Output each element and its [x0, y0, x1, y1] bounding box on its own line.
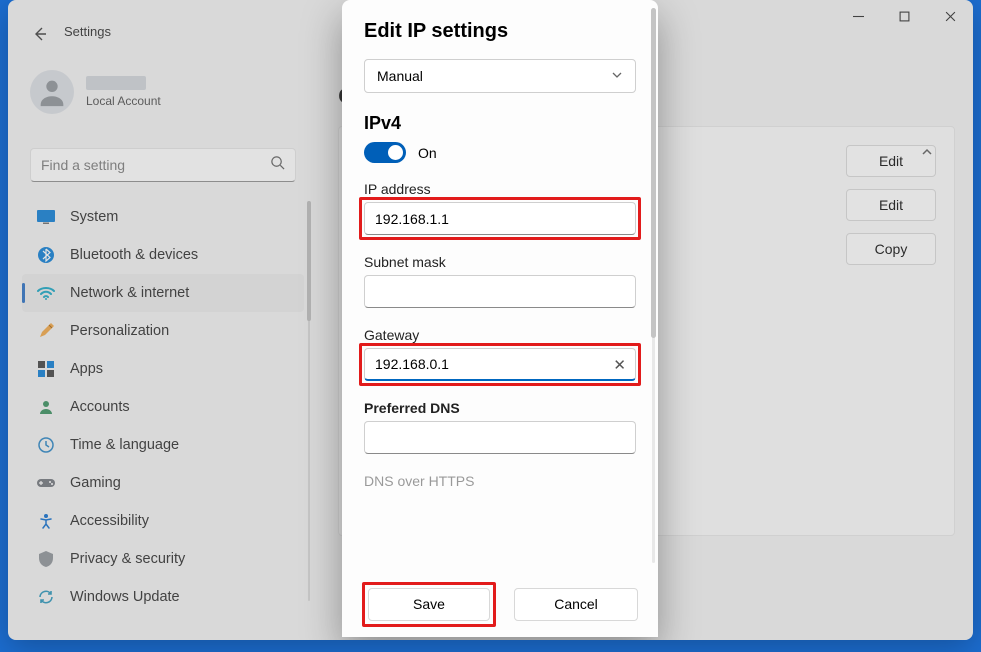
dns-over-https-label-clipped: DNS over HTTPS [364, 473, 636, 489]
subnet-mask-label: Subnet mask [364, 254, 636, 270]
highlight-box [359, 197, 641, 240]
highlight-box: Save [362, 582, 496, 627]
select-value: Manual [377, 68, 423, 84]
ip-mode-select[interactable]: Manual [364, 59, 636, 93]
ipv4-toggle[interactable] [364, 142, 406, 163]
cancel-button[interactable]: Cancel [514, 588, 638, 621]
preferred-dns-label: Preferred DNS [364, 400, 636, 416]
highlight-box: ✕ [359, 343, 641, 386]
gateway-input[interactable] [364, 348, 636, 381]
ip-address-label: IP address [364, 181, 636, 197]
subnet-mask-input[interactable] [364, 275, 636, 308]
clear-input-icon[interactable]: ✕ [613, 356, 626, 374]
ipv4-heading: IPv4 [364, 113, 636, 134]
chevron-down-icon [611, 68, 623, 84]
ip-address-input[interactable] [364, 202, 636, 235]
preferred-dns-input[interactable] [364, 421, 636, 454]
settings-window: Settings Local Account System Bluetooth … [8, 0, 973, 640]
dialog-title: Edit IP settings [364, 20, 636, 43]
dialog-scroll-thumb[interactable] [651, 8, 656, 338]
dialog-footer: Save Cancel [342, 571, 658, 637]
gateway-label: Gateway [364, 327, 636, 343]
edit-ip-settings-dialog: Edit IP settings Manual IPv4 On IP addre… [342, 0, 658, 637]
toggle-state-label: On [418, 145, 437, 161]
save-button[interactable]: Save [368, 588, 490, 621]
